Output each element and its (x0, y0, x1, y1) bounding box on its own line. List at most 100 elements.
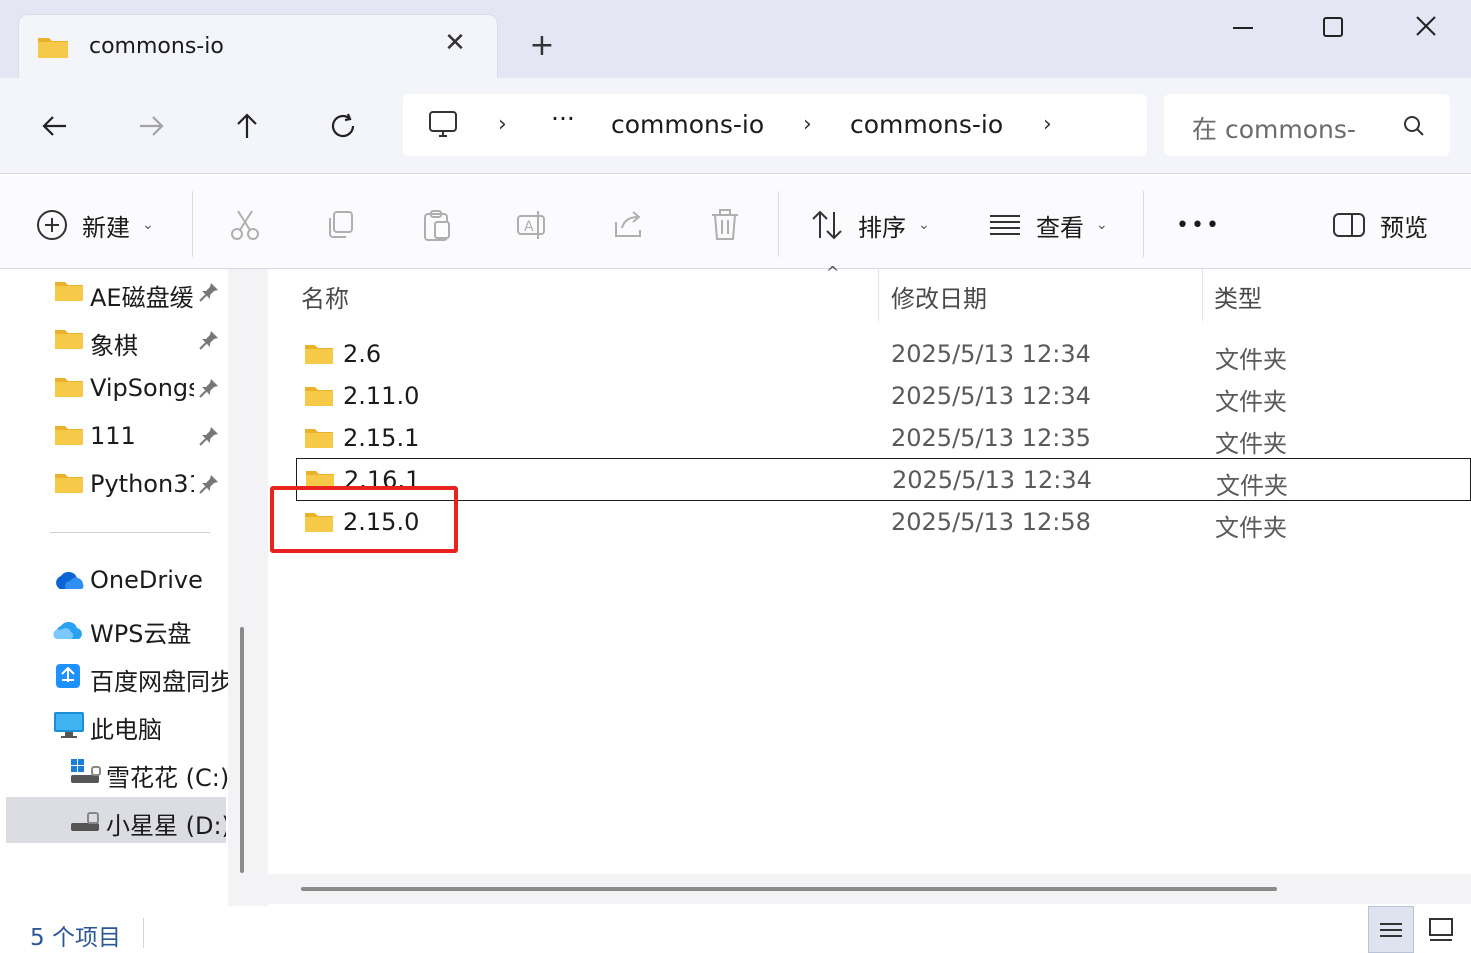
pin-icon (198, 425, 220, 451)
item-count: 5 个项目 (30, 925, 121, 951)
sidebar-item-baidu-netdisk[interactable]: 百度网盘同步 (0, 653, 228, 699)
search-box[interactable]: 在 commons- (1164, 94, 1450, 156)
sidebar-item-111[interactable]: 111 (0, 413, 228, 459)
sidebar-item-drive-d[interactable]: 小星星 (D:) (6, 797, 226, 843)
sidebar-item-label: 111 (90, 422, 136, 450)
folder-icon (304, 343, 334, 369)
sidebar-item-label: Python31 (90, 470, 194, 498)
folder-icon (304, 427, 334, 453)
table-row[interactable]: 2.6 2025/5/13 12:34 文件夹 (296, 333, 1471, 375)
breadcrumb-separator[interactable]: › (1043, 112, 1052, 137)
horizontal-scrollbar-thumb[interactable] (301, 887, 1277, 891)
folder-icon (54, 376, 84, 402)
rename-button[interactable]: A (516, 205, 550, 245)
column-header-type[interactable]: 类型 (1214, 279, 1262, 314)
preview-label: 预览 (1380, 213, 1428, 242)
new-button[interactable]: 新建 ⌄ (36, 205, 154, 245)
refresh-icon (331, 113, 355, 138)
table-row[interactable]: 2.15.1 2025/5/13 12:35 文件夹 (296, 417, 1471, 459)
forward-button[interactable] (128, 103, 174, 149)
close-icon (1416, 16, 1436, 36)
breadcrumb-item[interactable]: commons-io (850, 110, 1003, 139)
sidebar-item-xiangqi[interactable]: 象棋 (0, 317, 228, 363)
status-bar: 5 个项目 (0, 906, 1471, 953)
file-type: 文件夹 (1216, 472, 1288, 500)
close-window-button[interactable] (1403, 10, 1449, 46)
details-view-icon (1380, 922, 1402, 937)
sidebar-scrollbar-thumb[interactable] (240, 627, 244, 873)
search-input[interactable]: 在 commons- (1192, 110, 1356, 146)
sidebar-item-label: OneDrive (90, 566, 203, 594)
copy-button[interactable] (324, 205, 358, 245)
sidebar-item-wps-cloud[interactable]: WPS云盘 (0, 605, 228, 651)
title-bar: commons-io ✕ + (0, 0, 1471, 78)
share-button[interactable] (612, 205, 646, 245)
file-modified: 2025/5/13 12:58 (891, 508, 1091, 536)
this-pc-icon (53, 711, 85, 743)
address-bar[interactable]: › ··· commons-io › commons-io › (403, 94, 1147, 156)
sort-ascending-icon: ^ (826, 263, 840, 282)
navigation-pane: AE磁盘缓 象棋 VipSongs 111 Python31 OneDrive … (0, 269, 248, 906)
breadcrumb-separator[interactable]: › (498, 112, 507, 137)
refresh-button[interactable] (320, 103, 366, 149)
more-icon: ••• (1176, 212, 1221, 238)
back-button[interactable] (32, 103, 78, 149)
file-type: 文件夹 (1215, 430, 1287, 458)
monitor-icon[interactable] (427, 108, 459, 144)
file-type: 文件夹 (1215, 514, 1287, 542)
baidu-netdisk-icon (54, 662, 82, 694)
sidebar-item-this-pc[interactable]: 此电脑 (0, 701, 228, 747)
file-modified: 2025/5/13 12:35 (891, 424, 1091, 452)
more-options-button[interactable]: ••• (1176, 205, 1221, 245)
sidebar-item-vipsongs[interactable]: VipSongs (0, 365, 228, 411)
sidebar-scrollbar[interactable] (228, 269, 248, 906)
sidebar-item-onedrive[interactable]: OneDrive (0, 557, 228, 603)
folder-icon (54, 280, 84, 306)
file-type: 文件夹 (1215, 346, 1287, 374)
table-row[interactable]: 2.11.0 2025/5/13 12:34 文件夹 (296, 375, 1471, 417)
sort-icon (812, 210, 842, 240)
close-tab-button[interactable]: ✕ (439, 27, 471, 59)
svg-text:A: A (524, 219, 534, 235)
file-name: 2.11.0 (343, 382, 420, 410)
breadcrumb-separator[interactable]: › (803, 112, 812, 137)
sidebar-item-ae-cache[interactable]: AE磁盘缓 (0, 269, 228, 315)
tiles-view-button[interactable] (1418, 906, 1464, 953)
paste-button[interactable] (420, 205, 454, 245)
tab-commons-io[interactable]: commons-io ✕ (18, 14, 498, 78)
column-divider[interactable] (878, 269, 879, 321)
minimize-button[interactable] (1220, 10, 1266, 46)
delete-button[interactable] (708, 205, 742, 245)
sort-button[interactable]: 排序 ⌄ (810, 205, 930, 245)
new-tab-button[interactable]: + (524, 28, 560, 64)
table-row-focused[interactable]: 2.16.1 2025/5/13 12:34 文件夹 (296, 458, 1471, 501)
search-icon[interactable] (1402, 114, 1426, 142)
file-name: 2.6 (343, 340, 382, 368)
cut-button[interactable] (228, 205, 262, 245)
breadcrumb-more[interactable]: ··· (551, 104, 575, 133)
divider (143, 918, 144, 948)
column-header-name[interactable]: 名称 (301, 279, 349, 314)
sidebar-item-label: WPS云盘 (90, 620, 192, 648)
column-header-modified[interactable]: 修改日期 (891, 279, 987, 314)
file-modified: 2025/5/13 12:34 (892, 466, 1092, 494)
sidebar-item-drive-c[interactable]: 雪花花 (C:) (0, 749, 228, 795)
column-divider[interactable] (1202, 269, 1203, 321)
sidebar-item-label: 小星星 (D:) (106, 812, 226, 840)
preview-button[interactable]: 预览 (1332, 205, 1428, 245)
chevron-down-icon: ⌄ (1096, 217, 1108, 233)
view-button[interactable]: 查看 ⌄ (988, 205, 1108, 245)
tab-title: commons-io (89, 34, 224, 59)
details-view-button[interactable] (1368, 906, 1414, 953)
breadcrumb-item[interactable]: commons-io (611, 110, 764, 139)
maximize-button[interactable] (1310, 10, 1356, 46)
file-modified: 2025/5/13 12:34 (891, 382, 1091, 410)
sidebar-item-python31[interactable]: Python31 (0, 461, 228, 507)
sidebar-divider (50, 532, 210, 533)
divider (778, 191, 779, 257)
table-row[interactable]: 2.15.0 2025/5/13 12:58 文件夹 (296, 501, 1471, 543)
pin-icon (198, 281, 220, 307)
up-button[interactable] (224, 103, 270, 149)
arrow-right-icon (140, 116, 164, 136)
command-bar: 新建 ⌄ A 排序 ⌄ 查看 ⌄ ••• 预览 (0, 175, 1471, 269)
